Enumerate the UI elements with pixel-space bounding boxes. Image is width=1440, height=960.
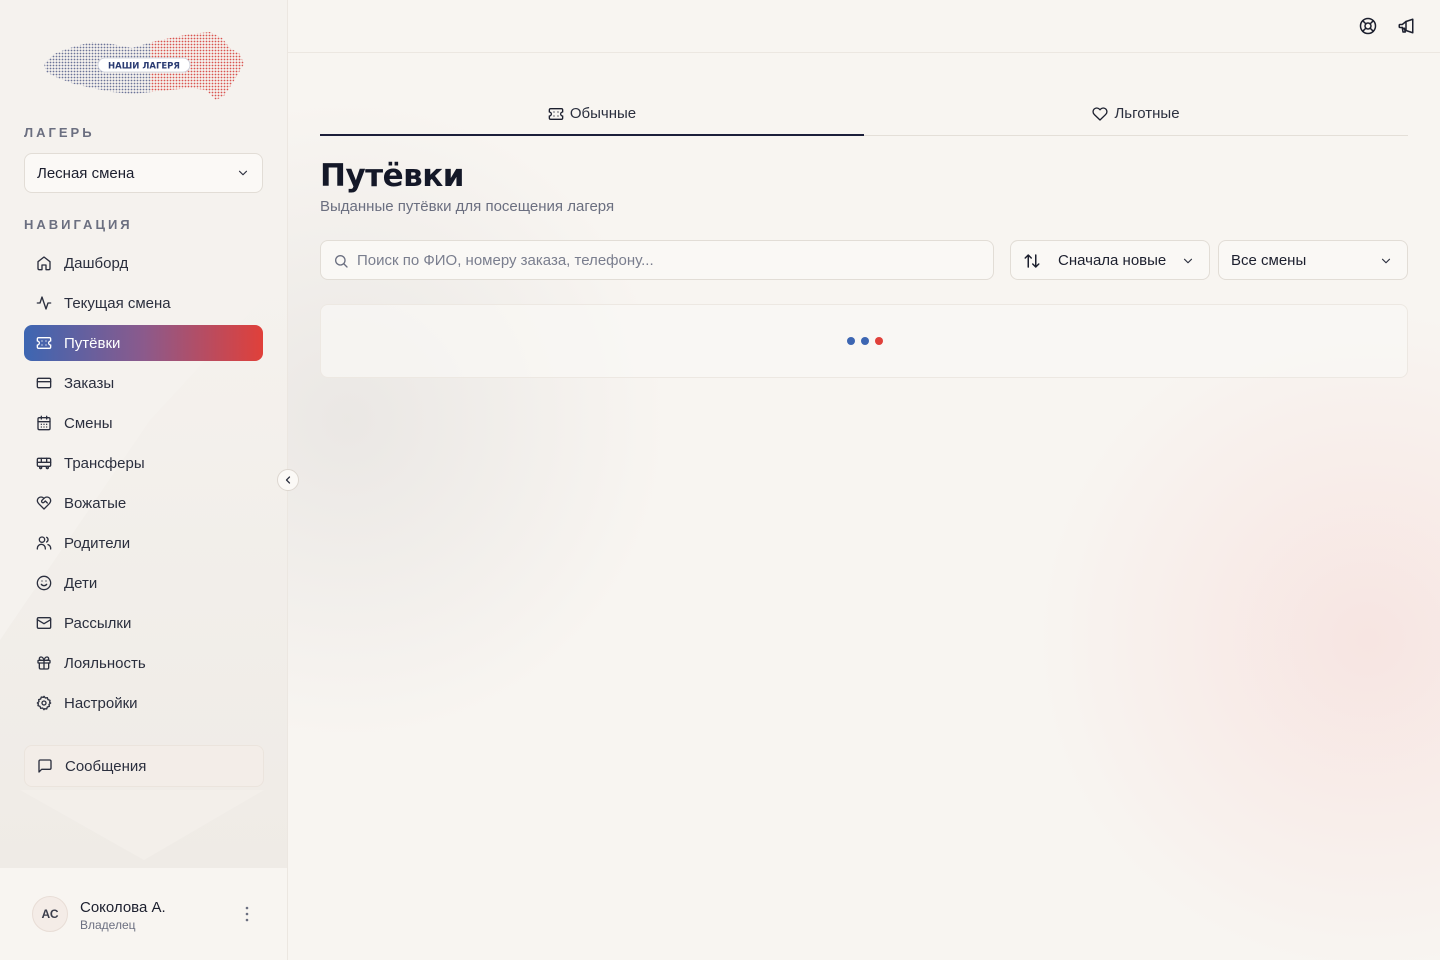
messages-label: Сообщения [65, 757, 147, 775]
page-subtitle: Выданные путёвки для посещения лагеря [320, 198, 615, 215]
sidebar-item-label: Дети [64, 574, 98, 592]
sidebar-item-orders[interactable]: Заказы [24, 365, 263, 401]
tab-label: Льготные [1114, 105, 1180, 122]
camp-logo: НАШИ ЛАГЕРЯ [44, 32, 244, 100]
sidebar-item-label: Рассылки [64, 614, 132, 632]
sidebar-item-label: Настройки [64, 694, 138, 712]
settings-icon [36, 695, 52, 711]
camp-select-value: Лесная смена [37, 164, 135, 182]
sidebar-item-label: Текущая смена [64, 294, 171, 312]
loading-dot [861, 337, 869, 345]
shift-filter-value: Все смены [1231, 252, 1307, 269]
user-role: Владелец [80, 918, 136, 932]
more-vertical-icon[interactable] [238, 904, 256, 924]
sidebar-item-label: Заказы [64, 374, 115, 392]
ticket-icon [36, 337, 52, 349]
sort-arrows-icon [1024, 254, 1040, 268]
chevron-left-icon [285, 476, 291, 484]
sidebar-item-label: Смены [64, 414, 113, 432]
sort-select-value: Сначала новые [1058, 252, 1167, 269]
sidebar: НАШИ ЛАГЕРЯ ЛАГЕРЬ Лесная смена НАВИГАЦИ… [0, 0, 288, 960]
search-box [320, 240, 994, 280]
chevron-down-icon [1183, 258, 1193, 264]
help-lifebuoy-icon[interactable] [1359, 17, 1377, 35]
sidebar-item-label: Лояльность [64, 654, 146, 672]
messages-button[interactable]: Сообщения [24, 745, 264, 787]
page-title: Путёвки [320, 158, 465, 194]
sidebar-item-mailings[interactable]: Рассылки [24, 605, 263, 641]
sidebar-item-parents[interactable]: Родители [24, 525, 263, 561]
search-input[interactable] [357, 241, 977, 279]
chevron-down-icon [1381, 258, 1391, 264]
logo-text: НАШИ ЛАГЕРЯ [108, 62, 180, 72]
sidebar-item-transfers[interactable]: Трансферы [24, 445, 263, 481]
sidebar-item-label: Родители [64, 534, 131, 552]
sidebar-item-shifts[interactable]: Смены [24, 405, 263, 441]
shift-filter-select[interactable]: Все смены [1218, 240, 1408, 280]
tab-label: Обычные [569, 105, 637, 122]
camp-select[interactable]: Лесная смена [24, 153, 263, 193]
megaphone-icon[interactable] [1397, 17, 1415, 35]
sidebar-item-label: Вожатые [64, 494, 127, 512]
sidebar-item-counselors[interactable]: Вожатые [24, 485, 263, 521]
users-icon [36, 536, 52, 550]
tab-preferential[interactable]: Льготные [864, 92, 1408, 135]
loading-dot [875, 337, 883, 345]
main-content: Обычные Льготные Путёвки Выданные путёвк… [288, 0, 1440, 960]
smile-icon [36, 575, 52, 591]
sidebar-item-loyalty[interactable]: Лояльность [24, 645, 263, 681]
loading-indicator [847, 337, 883, 345]
sort-select[interactable]: Сначала новые [1010, 240, 1210, 280]
credit-card-icon [36, 377, 52, 389]
main-background-decoration [288, 100, 1440, 960]
sidebar-item-label: Дашборд [64, 254, 129, 272]
user-name: Соколова А. [80, 899, 166, 916]
heart-icon [1092, 106, 1109, 121]
gift-icon [37, 656, 51, 670]
ticket-icon [548, 107, 564, 120]
home-icon [37, 256, 51, 271]
bus-icon [36, 457, 52, 470]
search-icon [335, 254, 348, 268]
sidebar-item-current-shift[interactable]: Текущая смена [24, 285, 263, 321]
sidebar-item-children[interactable]: Дети [24, 565, 263, 601]
heart-handshake-icon [36, 496, 52, 510]
camp-section-label: ЛАГЕРЬ [24, 125, 95, 140]
chevron-down-icon [238, 170, 248, 176]
sidebar-item-settings[interactable]: Настройки [24, 685, 263, 721]
tab-regular[interactable]: Обычные [320, 92, 864, 136]
collapse-sidebar-button[interactable] [277, 469, 299, 491]
mail-icon [36, 617, 52, 629]
loading-dot [847, 337, 855, 345]
top-bar [288, 0, 1440, 53]
message-square-icon [38, 759, 52, 773]
sidebar-item-dashboard[interactable]: Дашборд [24, 245, 263, 281]
user-profile: АС Соколова А. Владелец [0, 868, 287, 960]
calendar-icon [37, 415, 51, 431]
sidebar-item-label: Трансферы [64, 454, 145, 472]
activity-icon [36, 296, 52, 310]
voucher-tabs: Обычные Льготные [320, 92, 1408, 136]
sidebar-nav: Дашборд Текущая смена Путёвки Заказы Сме… [24, 245, 263, 725]
navigation-section-label: НАВИГАЦИЯ [24, 217, 133, 232]
avatar[interactable]: АС [32, 896, 68, 932]
vouchers-loading-card [320, 304, 1408, 378]
sidebar-item-label: Путёвки [64, 334, 121, 352]
sidebar-item-vouchers[interactable]: Путёвки [24, 325, 263, 361]
